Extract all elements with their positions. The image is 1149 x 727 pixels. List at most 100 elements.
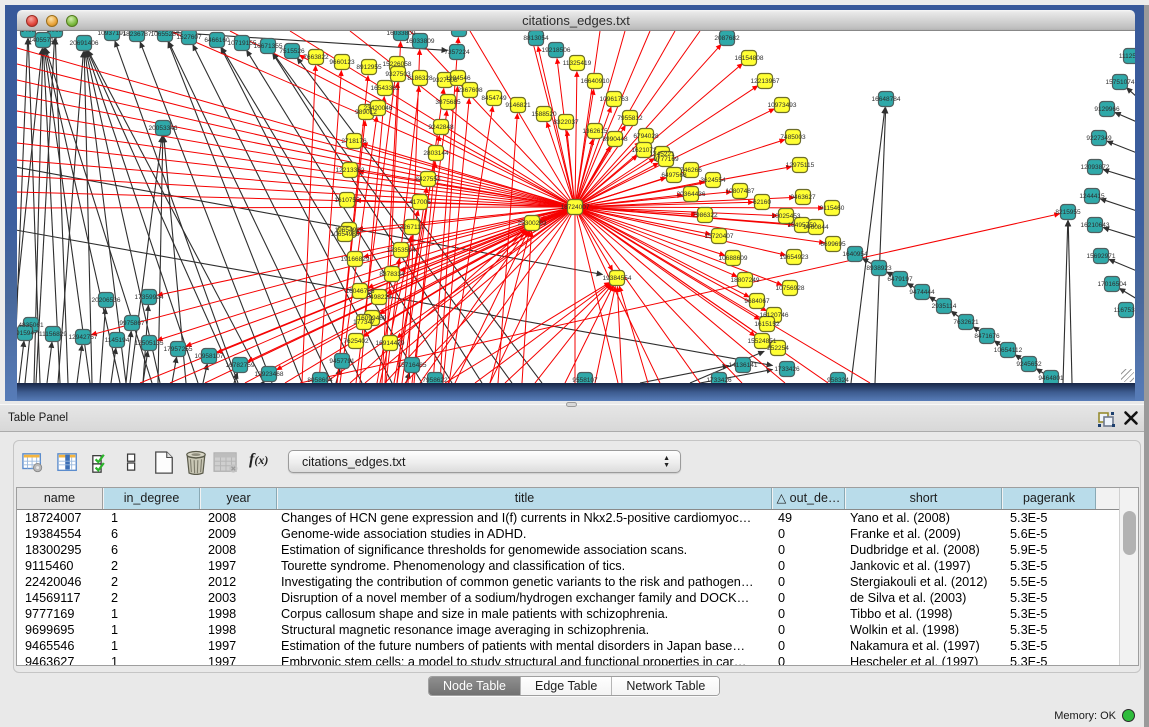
svg-text:17957255: 17957255 xyxy=(164,346,193,353)
svg-text:2935114: 2935114 xyxy=(932,303,957,310)
svg-text:1145194: 1145194 xyxy=(105,337,130,344)
svg-text:863304: 863304 xyxy=(448,31,470,33)
svg-text:16210643: 16210643 xyxy=(1081,222,1110,229)
svg-text:17359924: 17359924 xyxy=(135,294,164,301)
svg-text:11325419: 11325419 xyxy=(563,60,592,67)
svg-text:8454749: 8454749 xyxy=(481,95,507,102)
svg-text:9464801: 9464801 xyxy=(1038,375,1064,382)
svg-text:12213967: 12213967 xyxy=(751,78,780,85)
svg-text:8427552: 8427552 xyxy=(415,176,441,183)
svg-text:8958604: 8958604 xyxy=(307,377,333,383)
svg-text:1112503: 1112503 xyxy=(1119,53,1135,60)
svg-text:9463627: 9463627 xyxy=(790,194,816,201)
svg-text:12213382: 12213382 xyxy=(336,167,365,174)
svg-text:18236787: 18236787 xyxy=(123,31,152,38)
svg-text:1527607: 1527607 xyxy=(176,34,202,41)
svg-text:12353594: 12353594 xyxy=(387,247,416,254)
svg-text:7663822: 7663822 xyxy=(303,54,329,61)
svg-text:9227349: 9227349 xyxy=(1086,135,1112,142)
svg-text:17016504: 17016504 xyxy=(1098,281,1127,288)
svg-text:12975115: 12975115 xyxy=(786,162,815,169)
svg-text:16033809: 16033809 xyxy=(387,31,416,37)
svg-text:12093872: 12093872 xyxy=(1081,164,1110,171)
svg-text:8878334: 8878334 xyxy=(379,271,405,278)
svg-text:2367608: 2367608 xyxy=(457,87,483,94)
svg-text:417006: 417006 xyxy=(409,199,431,206)
svg-text:9975867: 9975867 xyxy=(119,320,145,327)
svg-text:3875685: 3875685 xyxy=(435,99,461,106)
svg-text:1362615: 1362615 xyxy=(582,128,608,135)
svg-text:10807487: 10807487 xyxy=(726,188,755,195)
svg-text:7515526: 7515526 xyxy=(279,48,305,55)
svg-text:9684067: 9684067 xyxy=(744,298,770,305)
svg-text:6497568: 6497568 xyxy=(661,172,687,179)
svg-text:7625402: 7625402 xyxy=(343,338,369,345)
svg-text:9242848: 9242848 xyxy=(428,124,454,131)
svg-text:14136141: 14136141 xyxy=(729,362,758,369)
svg-text:16782759: 16782759 xyxy=(226,362,255,369)
svg-text:23420046: 23420046 xyxy=(364,105,393,112)
svg-text:16914479: 16914479 xyxy=(376,340,405,347)
svg-text:8186328: 8186328 xyxy=(407,75,433,82)
svg-text:9558107: 9558107 xyxy=(572,377,598,383)
svg-text:16543362: 16543362 xyxy=(371,85,400,92)
svg-text:3267110: 3267110 xyxy=(400,224,425,231)
svg-text:1588520: 1588520 xyxy=(531,111,557,118)
svg-text:25300293: 25300293 xyxy=(518,220,547,227)
svg-text:3915947: 3915947 xyxy=(17,330,38,337)
svg-text:12923468: 12923468 xyxy=(255,371,284,378)
svg-text:10961763: 10961763 xyxy=(600,96,629,103)
svg-text:8938923: 8938923 xyxy=(866,265,892,272)
svg-text:18724007: 18724007 xyxy=(561,204,590,211)
svg-text:6794028: 6794028 xyxy=(633,133,659,140)
svg-text:3624554: 3624554 xyxy=(700,177,726,184)
svg-text:1244415: 1244415 xyxy=(1079,193,1105,200)
svg-text:7485003: 7485003 xyxy=(780,134,806,141)
svg-text:8813054: 8813054 xyxy=(523,35,549,42)
svg-text:8322037: 8322037 xyxy=(553,119,579,126)
svg-text:15692971: 15692971 xyxy=(1087,253,1116,260)
svg-text:11156829: 11156829 xyxy=(39,331,67,338)
svg-text:10688609: 10688609 xyxy=(719,255,748,262)
svg-text:9129966: 9129966 xyxy=(1094,106,1120,113)
svg-text:7632621: 7632621 xyxy=(953,319,979,326)
svg-text:1733426: 1733426 xyxy=(774,366,800,373)
svg-text:62160: 62160 xyxy=(753,199,771,206)
svg-text:9115460: 9115460 xyxy=(820,205,845,212)
svg-text:9245652: 9245652 xyxy=(1016,361,1042,368)
svg-text:2069: 2069 xyxy=(48,31,63,34)
svg-text:6699695: 6699695 xyxy=(820,241,846,248)
svg-text:1167533: 1167533 xyxy=(1114,307,1135,314)
svg-text:1640954: 1640954 xyxy=(842,251,868,258)
svg-text:20364436: 20364436 xyxy=(677,191,706,198)
svg-text:15226058: 15226058 xyxy=(383,61,412,68)
svg-text:9777169: 9777169 xyxy=(653,156,679,163)
svg-text:10719155: 10719155 xyxy=(228,40,257,47)
svg-text:16120746: 16120746 xyxy=(760,312,789,319)
svg-text:12942757: 12942757 xyxy=(69,334,98,341)
svg-text:20691406: 20691406 xyxy=(70,40,99,47)
svg-text:2718176: 2718176 xyxy=(341,138,367,145)
svg-text:9660123: 9660123 xyxy=(329,59,355,66)
svg-text:8912955: 8912955 xyxy=(356,64,382,71)
svg-text:12505135: 12505135 xyxy=(135,340,164,347)
svg-text:9457791: 9457791 xyxy=(329,358,355,365)
svg-text:20053346: 20053346 xyxy=(149,125,178,132)
svg-text:9146821: 9146821 xyxy=(505,102,531,109)
svg-text:15751074: 15751074 xyxy=(1106,79,1135,86)
svg-text:8990448: 8990448 xyxy=(602,136,628,143)
svg-text:19218506: 19218506 xyxy=(542,47,571,54)
svg-text:9460844: 9460844 xyxy=(803,224,829,231)
svg-text:16648784: 16648784 xyxy=(872,96,901,103)
svg-text:16154808: 16154808 xyxy=(735,55,764,62)
svg-text:8215955: 8215955 xyxy=(1055,209,1081,216)
svg-text:6479197: 6479197 xyxy=(887,276,913,283)
svg-text:8471676: 8471676 xyxy=(974,333,1000,340)
svg-text:19384554: 19384554 xyxy=(603,275,632,282)
svg-text:1405: 1405 xyxy=(21,31,36,34)
svg-text:7955812: 7955812 xyxy=(617,115,643,122)
svg-text:2803144: 2803144 xyxy=(423,150,449,157)
svg-text:1284546: 1284546 xyxy=(445,75,471,82)
svg-text:19166829: 19166829 xyxy=(341,256,370,263)
svg-text:2087682: 2087682 xyxy=(714,35,740,42)
